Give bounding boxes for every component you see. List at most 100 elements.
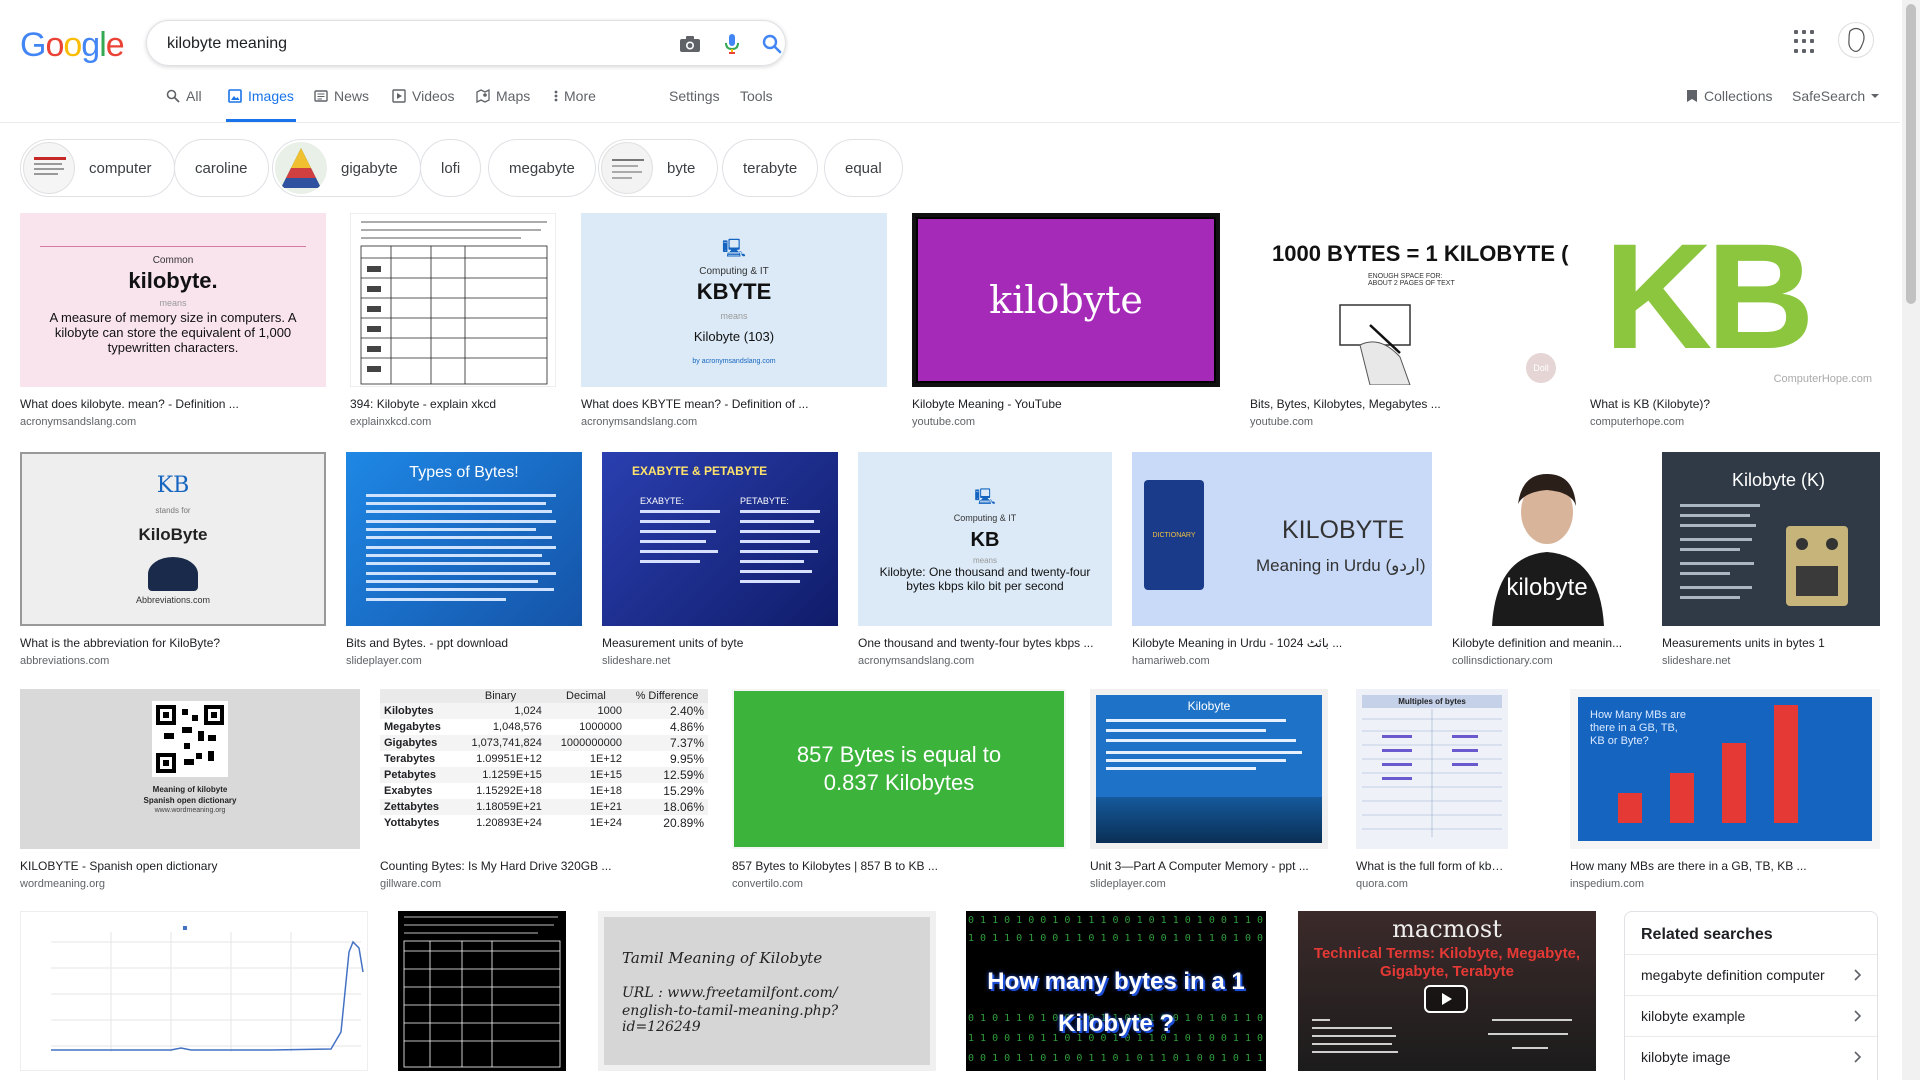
related-searches-heading: Related searches [1641, 926, 1773, 943]
chevron-right-icon [1854, 1051, 1861, 1063]
result-thumbnail: Kilobyte (K) [1662, 452, 1880, 626]
play-button-icon[interactable] [1424, 985, 1468, 1013]
image-result[interactable]: kilobyte Kilobyte definition and meanin.… [1452, 452, 1642, 667]
related-search-item[interactable]: megabyte definition computer [1625, 954, 1877, 995]
table-cell: Zettabytes [384, 801, 440, 813]
chip-caroline[interactable]: caroline [174, 139, 269, 197]
computer-icon: 🖳 [721, 237, 746, 258]
search-input[interactable] [167, 31, 647, 57]
image-result[interactable]: DICTIONARY KILOBYTE Meaning in Urdu (ارد… [1132, 452, 1432, 667]
header-divider [0, 122, 1900, 123]
image-result[interactable]: Binary Decimal % Difference Kilobytes 1,0… [380, 689, 708, 890]
camera-icon[interactable] [677, 31, 703, 57]
tab-settings[interactable]: Settings [669, 88, 720, 122]
chip-thumbnail [275, 142, 327, 194]
tab-tools[interactable]: Tools [740, 88, 773, 122]
video-icon [392, 89, 406, 103]
table-cell: 1E+12 [589, 753, 622, 765]
image-result[interactable]: Multiples of bytes What is the full form… [1356, 689, 1508, 890]
computer-icon: 🖳 [974, 488, 996, 506]
search-icon[interactable] [759, 31, 785, 57]
related-search-item[interactable]: kilobyte example [1625, 995, 1877, 1036]
table-cell: 1,073,741,824 [471, 737, 542, 749]
image-result[interactable]: macmost Technical Terms: Kilobyte, Megab… [1298, 911, 1596, 1071]
bytes-comparison-table: Binary Decimal % Difference Kilobytes 1,0… [380, 689, 708, 831]
related-searches-panel: Related searches megabyte definition com… [1624, 911, 1878, 1080]
image-result[interactable]: 857 Bytes is equal to 0.837 Kilobytes 85… [732, 689, 1066, 890]
table-cell: 2.40% [669, 704, 704, 718]
table-row: Gigabytes 1,073,741,824 1000000000 7.37% [380, 735, 708, 751]
chip-lofi[interactable]: lofi [420, 139, 482, 197]
image-result[interactable]: Kilobyte Unit 3—Part A Computer Memory -… [1090, 689, 1328, 890]
kb-logo-text: KB [1604, 213, 1815, 380]
apps-grid-icon[interactable] [1794, 30, 1818, 54]
result-thumbnail: Common kilobyte. means A measure of memo… [20, 213, 326, 387]
image-result[interactable]: 1000 BYTES = 1 KILOBYTE (kb) ENOUGH SPAC… [1250, 213, 1570, 428]
tab-images[interactable]: Images [226, 88, 296, 122]
image-result[interactable]: Meaning of kilobyte Spanish open diction… [20, 689, 360, 890]
chip-equal[interactable]: equal [824, 139, 903, 197]
result-thumbnail: DICTIONARY KILOBYTE Meaning in Urdu (ارد… [1132, 452, 1432, 626]
image-result[interactable]: KB ComputerHope.com What is KB (Kilobyte… [1590, 213, 1880, 428]
microphone-icon[interactable] [719, 31, 745, 57]
table-cell: 1.18059E+21 [476, 801, 542, 813]
image-result[interactable]: KB stands for KiloByte Abbreviations.com… [20, 452, 326, 667]
table-cell: Terabytes [384, 753, 436, 765]
table-cell: 1000000 [579, 721, 622, 733]
chip-thumbnail [601, 142, 653, 194]
chip-terabyte[interactable]: terabyte [722, 139, 819, 197]
result-thumbnail: 🖳 Computing & IT KBYTE means Kilobyte (1… [581, 213, 887, 387]
table-cell: 1000000000 [560, 737, 622, 749]
result-thumbnail [20, 911, 368, 1071]
table-row: Kilobytes 1,024 1000 2.40% [380, 703, 708, 719]
map-icon [476, 89, 490, 103]
tab-more[interactable]: More [554, 88, 596, 122]
chip-computer[interactable]: computer [20, 139, 175, 197]
table-cell: 7.37% [669, 736, 704, 750]
image-result[interactable]: 0 1 1 0 1 0 0 1 0 1 1 1 0 0 1 0 1 1 0 1 … [960, 911, 1272, 1071]
image-result[interactable]: Types of Bytes! Bits and Bytes. - ppt do… [346, 452, 582, 667]
image-result[interactable]: 🖳 Computing & IT KBYTE means Kilobyte (1… [581, 213, 887, 428]
tab-news[interactable]: News [314, 88, 369, 122]
safesearch-dropdown[interactable]: SafeSearch [1792, 88, 1880, 122]
result-thumbnail: 1000 BYTES = 1 KILOBYTE (kb) ENOUGH SPAC… [1250, 213, 1570, 387]
result-thumbnail: 🖳 Computing & IT KB means Kilobyte: One … [858, 452, 1112, 626]
result-thumbnail: EXABYTE & PETABYTE EXABYTE: PETABYTE: [602, 452, 838, 626]
tab-videos[interactable]: Videos [392, 88, 455, 122]
chip-gigabyte[interactable]: gigabyte [272, 139, 421, 197]
scrollbar-thumb[interactable] [1906, 4, 1916, 304]
collections-link[interactable]: Collections [1686, 88, 1772, 122]
image-result[interactable] [20, 911, 368, 1071]
google-logo[interactable]: Google [20, 26, 125, 65]
related-search-item[interactable]: kilobyte image [1625, 1036, 1877, 1077]
result-thumbnail: Multiples of bytes [1356, 689, 1508, 849]
table-cell: 18.06% [663, 800, 704, 814]
image-result[interactable]: EXABYTE & PETABYTE EXABYTE: PETABYTE: Me… [602, 452, 838, 667]
result-thumbnail: kilobyte [912, 213, 1220, 387]
tab-all[interactable]: All [166, 88, 202, 122]
table-row: Petabytes 1.1259E+15 1E+15 12.59% [380, 767, 708, 783]
table-cell: Exabytes [384, 785, 433, 797]
image-result[interactable]: Kilobyte (K) Measurements units in bytes… [1662, 452, 1880, 667]
account-avatar[interactable] [1838, 22, 1874, 58]
chip-megabyte[interactable]: megabyte [488, 139, 596, 197]
image-result[interactable]: Tamil Meaning of Kilobyte URL : www.free… [598, 911, 936, 1071]
abbreviations-logo-icon [148, 557, 198, 591]
image-result[interactable]: 394: Kilobyte - explain xkcd explainxkcd… [350, 213, 556, 428]
image-result[interactable]: How Many MBs are there in a GB, TB, KB o… [1570, 689, 1880, 890]
table-row: Exabytes 1.15292E+18 1E+18 15.29% [380, 783, 708, 799]
table-cell: Megabytes [384, 721, 441, 733]
page-scrollbar[interactable] [1902, 0, 1920, 1080]
table-cell: 1000 [597, 705, 622, 717]
result-thumbnail: Meaning of kilobyte Spanish open diction… [20, 689, 360, 849]
tab-maps[interactable]: Maps [476, 88, 530, 122]
chip-byte[interactable]: byte [598, 139, 719, 197]
table-cell: 1E+15 [589, 769, 622, 781]
image-result[interactable]: 🖳 Computing & IT KB means Kilobyte: One … [858, 452, 1112, 667]
image-result[interactable] [388, 911, 576, 1071]
image-result[interactable]: kilobyte Kilobyte Meaning - YouTube yout… [912, 213, 1220, 428]
table-cell: 1E+18 [589, 785, 622, 797]
image-result[interactable]: Common kilobyte. means A measure of memo… [20, 213, 326, 428]
result-thumbnail: KB stands for KiloByte Abbreviations.com [20, 452, 326, 626]
more-vert-icon [554, 90, 558, 102]
